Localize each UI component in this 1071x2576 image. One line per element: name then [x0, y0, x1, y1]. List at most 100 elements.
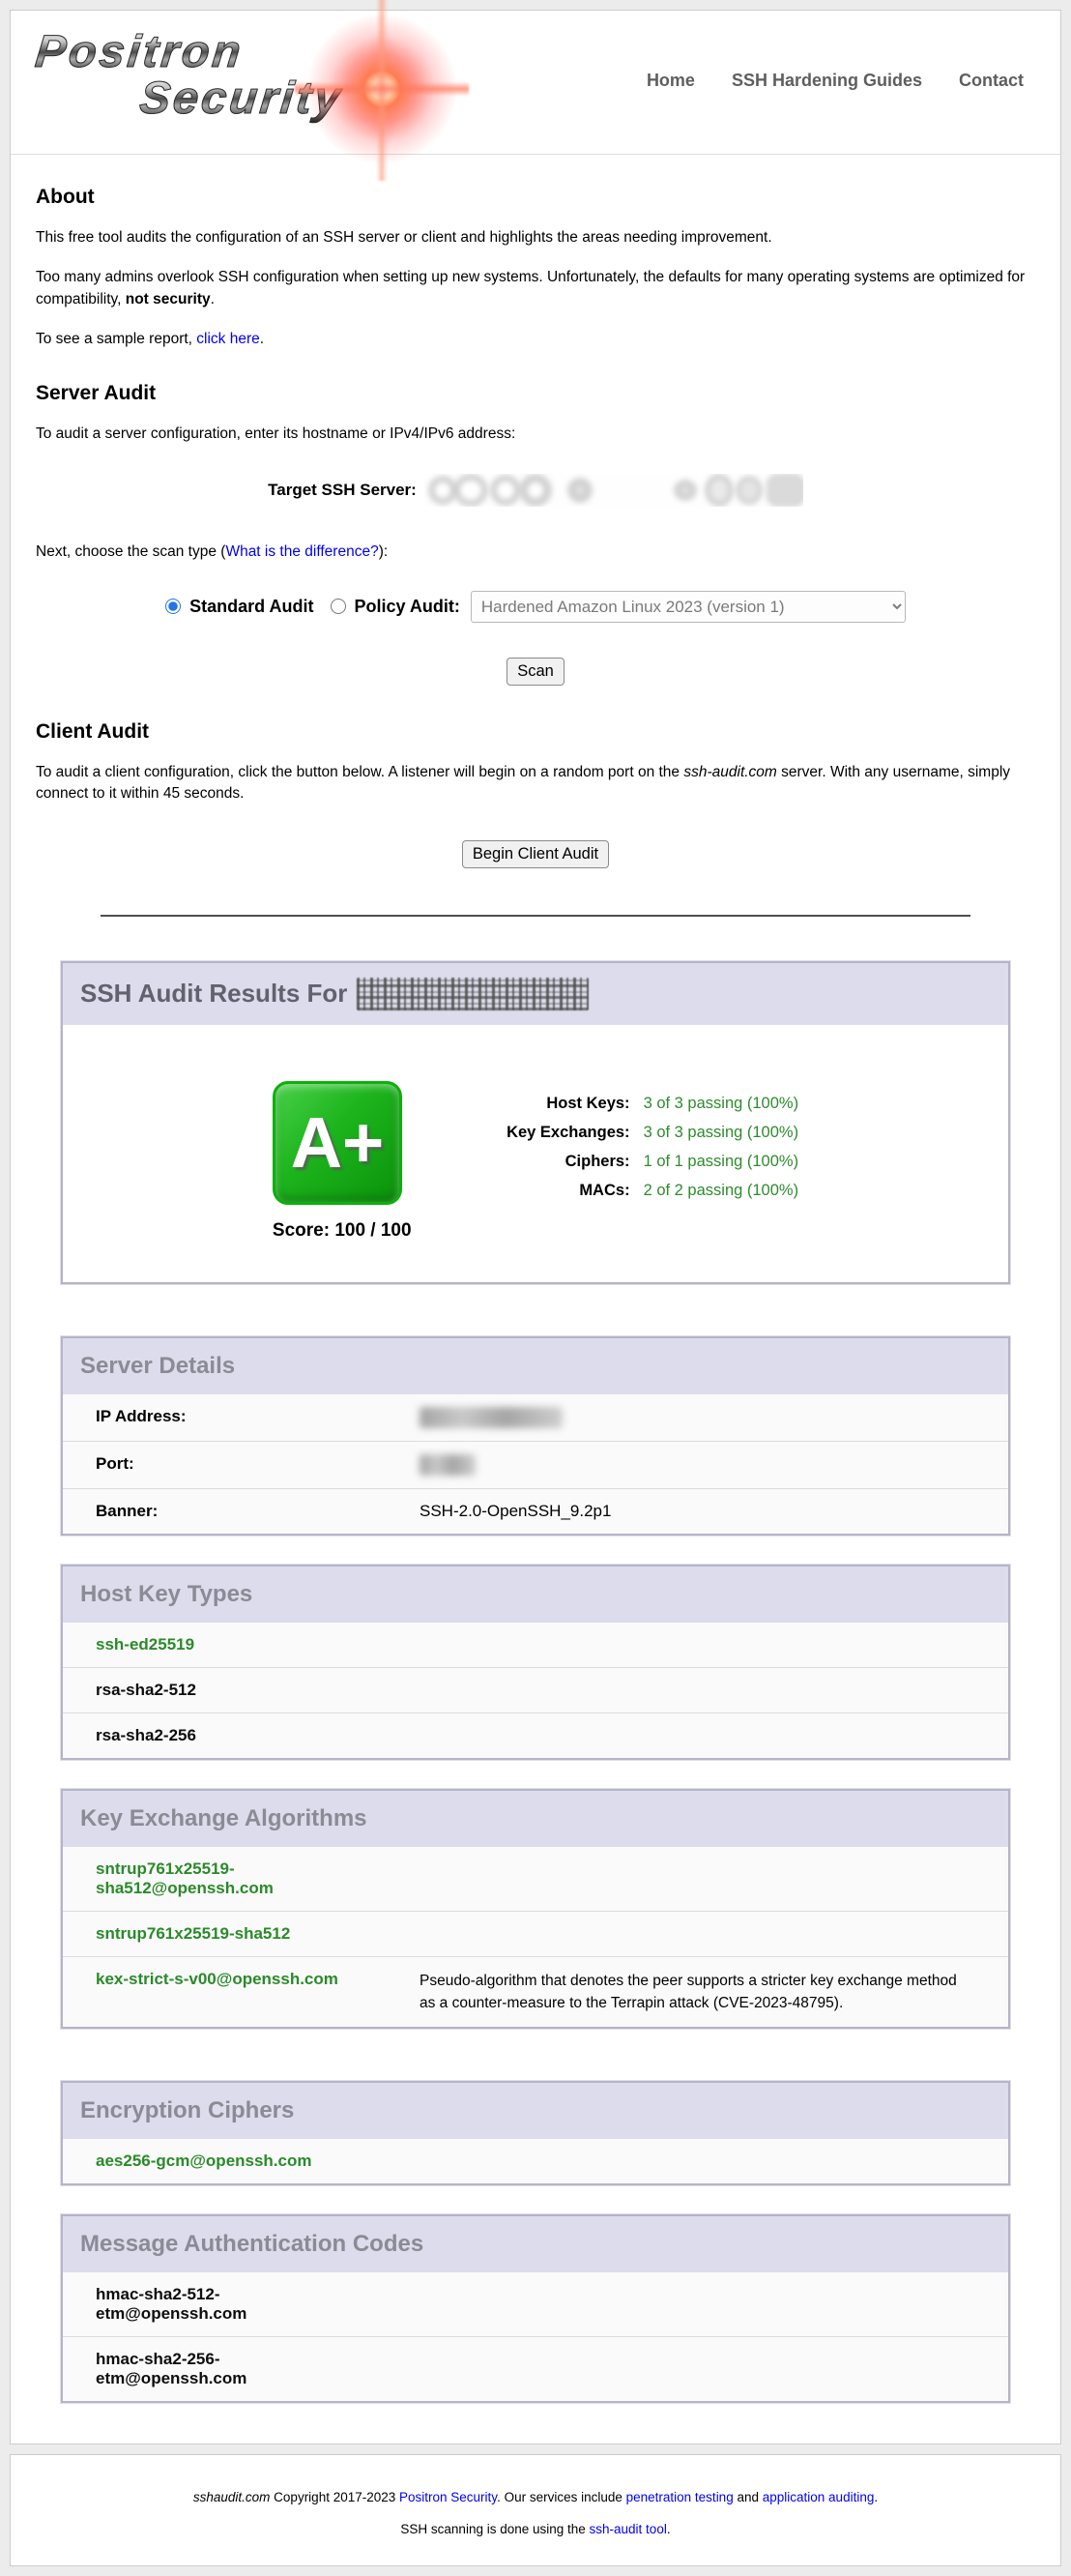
stat-value: 3 of 3 passing (100%): [644, 1095, 799, 1113]
scan-type-end: ):: [379, 543, 388, 560]
scan-button[interactable]: Scan: [507, 658, 564, 686]
policy-audit-label[interactable]: Policy Audit:: [355, 597, 460, 617]
footer-line-2: SSH scanning is done using the ssh-audit…: [30, 2522, 1041, 2536]
site-header: Positron Security Home SSH Hardening Gui…: [11, 11, 1060, 155]
banner-value: SSH-2.0-OpenSSH_9.2p1: [420, 1502, 611, 1521]
host-key-types-title: Host Key Types: [63, 1566, 1008, 1623]
redacted-value: [420, 1454, 476, 1476]
stat-value: 1 of 1 passing (100%): [644, 1153, 799, 1171]
footer-and-text: and: [734, 2490, 763, 2504]
ssh-audit-results-panel: SSH Audit Results For A+ Score: 100 / 10…: [61, 961, 1010, 1284]
positron-security-logo[interactable]: Positron Security: [36, 26, 500, 144]
main-nav: Home SSH Hardening Guides Contact: [647, 71, 1024, 144]
kex-note: Pseudo-algorithm that denotes the peer s…: [420, 1970, 966, 2015]
logo-line1: Positron: [33, 26, 246, 76]
table-row: rsa-sha2-512: [63, 1667, 1008, 1712]
scan-type-paragraph: Next, choose the scan type (What is the …: [36, 542, 1035, 563]
stat-label: MACs:: [468, 1182, 630, 1200]
logo-line2: Security: [137, 73, 345, 123]
table-row: kex-strict-s-v00@openssh.com Pseudo-algo…: [63, 1956, 1008, 2028]
about-p2-bold: not security: [126, 291, 211, 307]
standard-audit-label[interactable]: Standard Audit: [189, 597, 313, 617]
kex-name: sntrup761x25519-sha512: [96, 1924, 367, 1944]
penetration-testing-link[interactable]: penetration testing: [626, 2490, 734, 2504]
table-row: hmac-sha2-512- etm@openssh.com: [63, 2272, 1008, 2336]
results-title-text: SSH Audit Results For: [80, 979, 347, 1008]
client-audit-text: To audit a client configuration, click t…: [36, 764, 683, 780]
client-audit-title: Client Audit: [36, 720, 1035, 744]
table-row: Banner: SSH-2.0-OpenSSH_9.2p1: [63, 1488, 1008, 1534]
scan-type-row: Standard Audit Policy Audit: Hardened Am…: [36, 591, 1035, 623]
nav-contact[interactable]: Contact: [959, 71, 1024, 91]
begin-client-audit-button[interactable]: Begin Client Audit: [462, 840, 609, 868]
table-row: IP Address:: [63, 1394, 1008, 1441]
ssh-audit-tool-link[interactable]: ssh-audit tool: [590, 2522, 667, 2536]
mac-name: hmac-sha2-256- etm@openssh.com: [96, 2350, 367, 2388]
standard-audit-radio[interactable]: [165, 599, 181, 614]
cipher-name: aes256-gcm@openssh.com: [96, 2152, 312, 2171]
sample-report-end: .: [260, 331, 264, 347]
footer-scanning-text: SSH scanning is done using the: [400, 2522, 589, 2536]
section-divider: [101, 915, 970, 917]
results-panel-title: SSH Audit Results For: [63, 963, 1008, 1025]
key-exchange-title: Key Exchange Algorithms: [63, 1791, 1008, 1847]
footer-copyright-text: Copyright 2017-2023: [270, 2490, 399, 2504]
kex-name: sntrup761x25519- sha512@openssh.com: [96, 1859, 367, 1898]
host-key-name: rsa-sha2-256: [96, 1726, 196, 1745]
mac-name: hmac-sha2-512- etm@openssh.com: [96, 2285, 367, 2324]
target-server-row: Target SSH Server:: [36, 474, 1035, 507]
blurred-text-blob: [490, 475, 521, 506]
table-row: aes256-gcm@openssh.com: [63, 2139, 1008, 2183]
application-auditing-link[interactable]: application auditing: [763, 2490, 875, 2504]
results-body: A+ Score: 100 / 100 Host Keys: 3 of 3 pa…: [63, 1025, 1008, 1282]
target-server-input-redacted[interactable]: [424, 474, 803, 507]
about-title: About: [36, 186, 1035, 209]
about-paragraph-3: To see a sample report, click here.: [36, 329, 1035, 350]
scan-type-difference-link[interactable]: What is the difference?: [225, 543, 378, 560]
banner-label: Banner:: [96, 1502, 420, 1521]
nav-home[interactable]: Home: [647, 71, 695, 91]
macs-title: Message Authentication Codes: [63, 2216, 1008, 2272]
server-details-panel: Server Details IP Address: Port: Banner:…: [61, 1336, 1010, 1536]
policy-audit-radio[interactable]: [331, 599, 346, 614]
sample-report-link[interactable]: click here: [196, 331, 259, 347]
blurred-text-blob: [767, 474, 803, 507]
footer-line1-end: .: [874, 2490, 878, 2504]
stat-label: Ciphers:: [468, 1153, 630, 1171]
begin-client-audit-row: Begin Client Audit: [36, 840, 1035, 868]
host-key-name: ssh-ed25519: [96, 1635, 194, 1654]
footer-line2-end: .: [667, 2522, 671, 2536]
client-audit-domain: ssh-audit.com: [683, 764, 776, 780]
key-exchange-panel: Key Exchange Algorithms sntrup761x25519-…: [61, 1789, 1010, 2030]
blurred-text-blob: [674, 480, 697, 501]
nav-ssh-hardening-guides[interactable]: SSH Hardening Guides: [732, 71, 922, 91]
table-row: hmac-sha2-256- etm@openssh.com: [63, 2336, 1008, 2401]
encryption-ciphers-title: Encryption Ciphers: [63, 2083, 1008, 2139]
positron-security-link[interactable]: Positron Security: [399, 2490, 497, 2504]
macs-panel: Message Authentication Codes hmac-sha2-5…: [61, 2214, 1010, 2403]
grade-badge: A+: [273, 1081, 402, 1205]
blurred-text-blob: [705, 474, 734, 507]
port-label: Port:: [96, 1454, 420, 1476]
main-content-box: Positron Security Home SSH Hardening Gui…: [10, 10, 1061, 2444]
ip-address-value-redacted: [420, 1407, 563, 1428]
port-value-redacted: [420, 1454, 476, 1476]
redacted-hostname: [357, 978, 589, 1010]
grade-column: A+ Score: 100 / 100: [273, 1081, 412, 1242]
scan-button-row: Scan: [36, 658, 1035, 686]
footer-site-name: sshaudit.com: [193, 2490, 271, 2504]
server-audit-title: Server Audit: [36, 382, 1035, 405]
stat-row-key-exchanges: Key Exchanges: 3 of 3 passing (100%): [468, 1124, 799, 1142]
policy-select[interactable]: Hardened Amazon Linux 2023 (version 1): [471, 591, 906, 623]
ip-address-label: IP Address:: [96, 1407, 420, 1428]
table-row: sntrup761x25519-sha512: [63, 1911, 1008, 1956]
scan-type-text: Next, choose the scan type (: [36, 543, 225, 560]
encryption-ciphers-panel: Encryption Ciphers aes256-gcm@openssh.co…: [61, 2081, 1010, 2185]
table-row: ssh-ed25519: [63, 1623, 1008, 1667]
redacted-value: [420, 1407, 563, 1428]
stat-row-macs: MACs: 2 of 2 passing (100%): [468, 1182, 799, 1200]
score-label: Score: 100 / 100: [273, 1220, 412, 1242]
blurred-text-blob: [736, 476, 763, 505]
table-row: Port:: [63, 1441, 1008, 1488]
stat-row-ciphers: Ciphers: 1 of 1 passing (100%): [468, 1153, 799, 1171]
